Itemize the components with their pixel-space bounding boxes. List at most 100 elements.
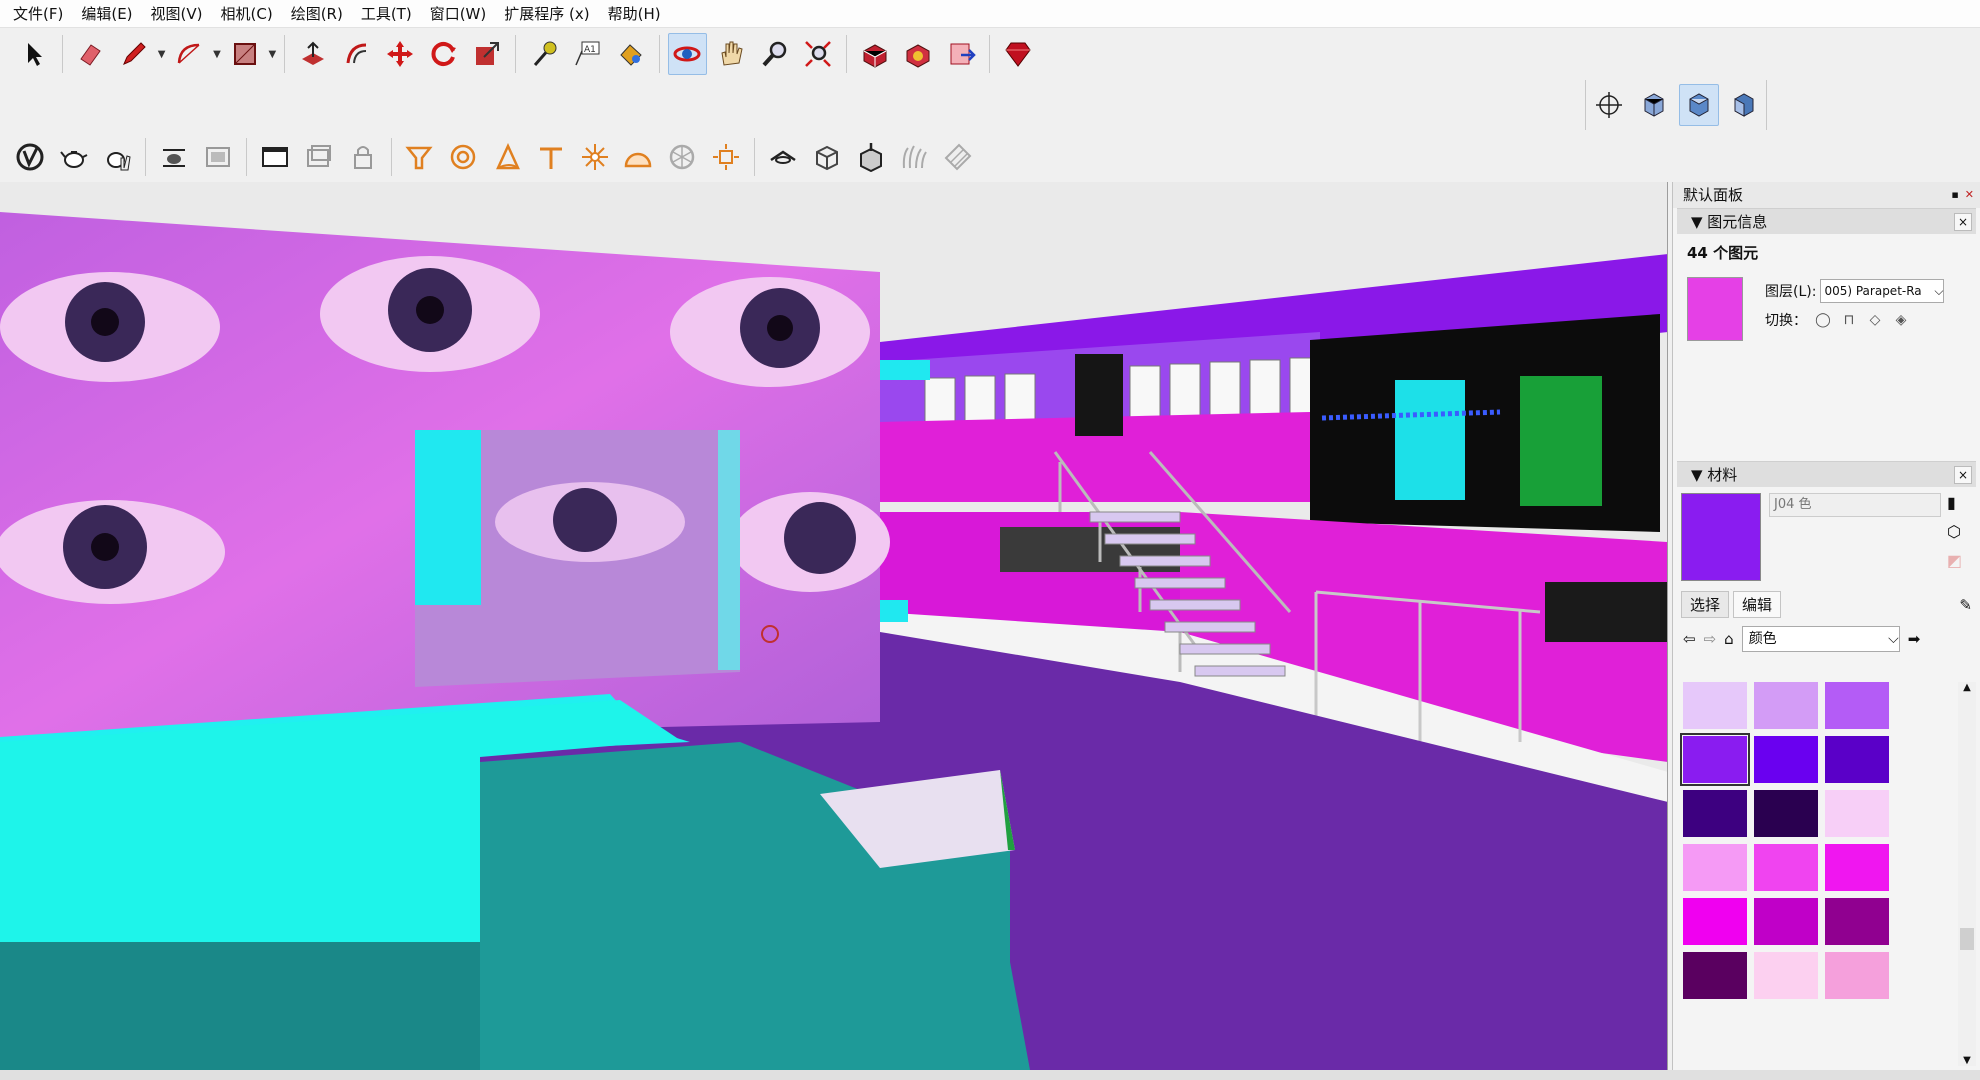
layer-dropdown[interactable]: 005) Parapet-Ra ⌵: [1820, 279, 1945, 303]
cast-shadows-icon[interactable]: ◈: [1891, 310, 1911, 330]
hidden-toggle-icon[interactable]: ◯: [1813, 310, 1833, 330]
material-swatch[interactable]: [1754, 790, 1818, 837]
menu-help[interactable]: 帮助(H): [599, 0, 670, 28]
rectangle-tool-icon[interactable]: [225, 33, 265, 75]
chevron-down-icon[interactable]: ▼: [211, 49, 223, 60]
ruby-console-icon[interactable]: [998, 33, 1038, 75]
receive-shadows-icon[interactable]: ◇: [1865, 310, 1885, 330]
batch-render-icon[interactable]: [198, 136, 238, 178]
chevron-down-icon[interactable]: ▼: [266, 49, 278, 60]
paint-bucket-tool-icon[interactable]: [611, 33, 651, 75]
zoom-tool-icon[interactable]: [755, 33, 795, 75]
menu-file[interactable]: 文件(F): [4, 0, 72, 28]
top-view-icon[interactable]: [1678, 84, 1719, 126]
3d-warehouse-icon[interactable]: [855, 33, 895, 75]
material-name-field[interactable]: J04 色: [1769, 493, 1941, 517]
close-icon[interactable]: ✕: [1965, 182, 1974, 208]
eyedropper-icon[interactable]: ✎: [1959, 596, 1972, 614]
sun-icon[interactable]: [706, 136, 746, 178]
sphere-light-icon[interactable]: [443, 136, 483, 178]
material-swatch[interactable]: [1754, 682, 1818, 729]
back-arrow-icon[interactable]: ⇦: [1683, 630, 1696, 648]
menu-edit[interactable]: 编辑(E): [72, 0, 141, 28]
lock-icon[interactable]: [343, 136, 383, 178]
material-swatch[interactable]: [1754, 844, 1818, 891]
swatch-scrollbar[interactable]: ▲ ▼: [1958, 682, 1976, 1066]
scroll-up-icon[interactable]: ▲: [1958, 682, 1976, 693]
spot-light-icon[interactable]: [400, 136, 440, 178]
extension-warehouse-icon[interactable]: [898, 33, 938, 75]
pencil-line-tool-icon[interactable]: [114, 33, 154, 75]
entity-info-header[interactable]: ▼ 图元信息 ×: [1677, 208, 1976, 234]
plane-icon[interactable]: [938, 136, 978, 178]
ies-light-icon[interactable]: [531, 136, 571, 178]
fur-icon[interactable]: [894, 136, 934, 178]
lock-toggle-icon[interactable]: ⊓: [1839, 310, 1859, 330]
material-swatch[interactable]: [1825, 736, 1889, 783]
orbit-tool-icon[interactable]: [667, 33, 708, 75]
center-view-icon[interactable]: [1589, 84, 1629, 126]
pin-icon[interactable]: ▪: [1951, 182, 1958, 208]
move-tool-icon[interactable]: [380, 33, 420, 75]
iso-view-icon[interactable]: [1634, 84, 1674, 126]
material-swatch[interactable]: [1683, 790, 1747, 837]
menu-extensions[interactable]: 扩展程序 (x): [495, 0, 598, 28]
proxy-icon[interactable]: [763, 136, 803, 178]
menu-window[interactable]: 窗口(W): [421, 0, 496, 28]
material-swatch[interactable]: [1825, 682, 1889, 729]
scroll-down-icon[interactable]: ▼: [1958, 1055, 1976, 1066]
default-material-icon[interactable]: ◩: [1947, 551, 1962, 570]
material-swatch[interactable]: [1683, 898, 1747, 945]
current-material-swatch[interactable]: [1681, 493, 1761, 581]
tab-edit[interactable]: 编辑: [1733, 591, 1782, 618]
box-icon[interactable]: [807, 136, 847, 178]
clip-icon[interactable]: [851, 136, 891, 178]
close-icon[interactable]: ×: [1954, 465, 1972, 484]
material-swatch[interactable]: [1754, 898, 1818, 945]
mesh-light-icon[interactable]: [662, 136, 702, 178]
arc-tool-icon[interactable]: [169, 33, 209, 75]
teapot-render-icon[interactable]: [54, 136, 94, 178]
rotate-tool-icon[interactable]: [424, 33, 464, 75]
frame-buffer-icon[interactable]: [154, 136, 194, 178]
offset-tool-icon[interactable]: [337, 33, 377, 75]
tab-select[interactable]: 选择: [1681, 591, 1730, 618]
push-pull-tool-icon[interactable]: [293, 33, 333, 75]
entity-material-swatch[interactable]: [1687, 277, 1743, 341]
3d-viewport[interactable]: [0, 182, 1668, 1070]
material-swatch[interactable]: [1825, 844, 1889, 891]
rect-light-icon[interactable]: [487, 136, 527, 178]
home-icon[interactable]: ⌂: [1724, 630, 1734, 648]
front-view-icon[interactable]: [1724, 84, 1764, 126]
menu-camera[interactable]: 相机(C): [212, 0, 282, 28]
select-tool-icon[interactable]: [14, 33, 54, 75]
vray-logo-icon[interactable]: [10, 136, 50, 178]
menu-draw[interactable]: 绘图(R): [282, 0, 352, 28]
details-arrow-icon[interactable]: ➡: [1908, 630, 1921, 648]
material-swatch[interactable]: [1680, 733, 1750, 786]
material-library-dropdown[interactable]: 颜色 ⌵: [1741, 626, 1900, 652]
material-swatch[interactable]: [1754, 736, 1818, 783]
eraser-tool-icon[interactable]: [71, 33, 111, 75]
material-swatch[interactable]: [1683, 952, 1747, 999]
material-swatch[interactable]: [1825, 952, 1889, 999]
scale-tool-icon[interactable]: [467, 33, 507, 75]
layout-send-icon[interactable]: [942, 33, 982, 75]
materials-header[interactable]: ▼ 材料 ×: [1677, 461, 1976, 487]
pan-tool-icon[interactable]: [711, 33, 751, 75]
menu-view[interactable]: 视图(V): [142, 0, 212, 28]
close-icon[interactable]: ×: [1954, 212, 1972, 231]
omni-light-icon[interactable]: [575, 136, 615, 178]
scroll-thumb[interactable]: [1960, 928, 1974, 950]
interactive-render-icon[interactable]: [98, 136, 138, 178]
material-swatch[interactable]: [1683, 844, 1747, 891]
chevron-down-icon[interactable]: ▼: [156, 49, 168, 60]
zoom-extents-tool-icon[interactable]: [798, 33, 838, 75]
material-swatch[interactable]: [1754, 952, 1818, 999]
forward-arrow-icon[interactable]: ⇨: [1704, 630, 1717, 648]
text-tool-icon[interactable]: A1: [568, 33, 608, 75]
material-swatch[interactable]: [1825, 790, 1889, 837]
material-swatch[interactable]: [1825, 898, 1889, 945]
material-swatch[interactable]: [1683, 682, 1747, 729]
menu-tools[interactable]: 工具(T): [352, 0, 421, 28]
